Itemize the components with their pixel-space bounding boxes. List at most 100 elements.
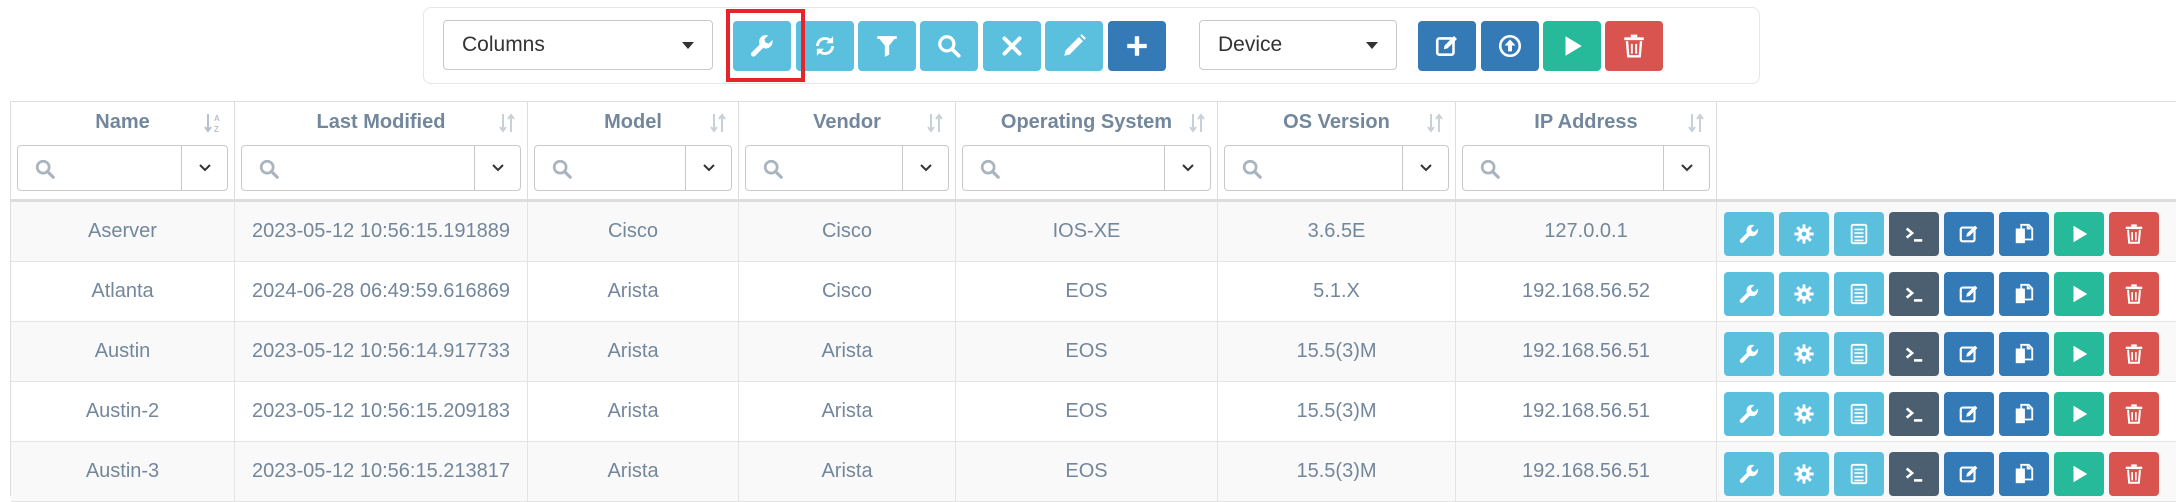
column-header-model[interactable]: Model bbox=[528, 102, 739, 199]
terminal-button[interactable] bbox=[1889, 272, 1939, 316]
duplicate-button[interactable] bbox=[1999, 272, 2049, 316]
svg-text:Z: Z bbox=[214, 125, 219, 134]
results-button[interactable] bbox=[1834, 392, 1884, 436]
bulk-delete-button[interactable] bbox=[1605, 21, 1663, 71]
search-icon bbox=[35, 159, 55, 179]
results-button[interactable] bbox=[1834, 332, 1884, 376]
columns-select[interactable]: Columns bbox=[443, 20, 713, 70]
duplicate-button[interactable] bbox=[1999, 212, 2049, 256]
edit-square-icon bbox=[1959, 465, 1978, 483]
sort-icon bbox=[1427, 113, 1443, 133]
properties-button[interactable] bbox=[1779, 332, 1829, 376]
play-icon bbox=[2073, 405, 2088, 423]
filter-dropdown[interactable] bbox=[1663, 146, 1709, 190]
run-row-button[interactable] bbox=[2054, 452, 2104, 496]
filter-dropdown[interactable] bbox=[902, 146, 948, 190]
device-settings-button[interactable] bbox=[1724, 452, 1774, 496]
column-header-os-version[interactable]: OS Version bbox=[1218, 102, 1456, 199]
filter-os-version[interactable] bbox=[1224, 145, 1449, 191]
add-button[interactable] bbox=[1108, 21, 1166, 71]
edit-row-button[interactable] bbox=[1944, 392, 1994, 436]
chevron-down-icon bbox=[1181, 164, 1194, 172]
terminal-button[interactable] bbox=[1889, 392, 1939, 436]
delete-row-button[interactable] bbox=[2109, 212, 2159, 256]
device-settings-button[interactable] bbox=[1724, 212, 1774, 256]
delete-row-button[interactable] bbox=[2109, 392, 2159, 436]
column-header-last-modified[interactable]: Last Modified bbox=[235, 102, 528, 199]
edit-row-button[interactable] bbox=[1944, 272, 1994, 316]
device-settings-button[interactable] bbox=[1724, 332, 1774, 376]
filter-dropdown[interactable] bbox=[1402, 146, 1448, 190]
run-row-button[interactable] bbox=[2054, 272, 2104, 316]
advanced-search-button[interactable] bbox=[733, 21, 791, 71]
filter-dropdown[interactable] bbox=[181, 146, 227, 190]
bulk-edit-button[interactable] bbox=[1418, 21, 1476, 71]
chevron-down-icon bbox=[198, 164, 211, 172]
export-button[interactable] bbox=[1481, 21, 1539, 71]
sort-icon bbox=[1189, 113, 1205, 133]
upload-circle-icon bbox=[1498, 34, 1522, 58]
refresh-button[interactable] bbox=[796, 21, 854, 71]
chevron-down-icon bbox=[682, 41, 694, 49]
cell-name: Austin bbox=[11, 322, 235, 381]
run-row-button[interactable] bbox=[2054, 392, 2104, 436]
properties-button[interactable] bbox=[1779, 452, 1829, 496]
filter-model[interactable] bbox=[534, 145, 732, 191]
cell-model: Arista bbox=[528, 442, 739, 501]
device-settings-button[interactable] bbox=[1724, 272, 1774, 316]
terminal-button[interactable] bbox=[1889, 332, 1939, 376]
cell-operating-system: EOS bbox=[956, 382, 1218, 441]
list-icon bbox=[1850, 343, 1868, 365]
search-button[interactable] bbox=[920, 21, 978, 71]
wrench-icon bbox=[1739, 284, 1759, 303]
run-row-button[interactable] bbox=[2054, 212, 2104, 256]
properties-button[interactable] bbox=[1779, 272, 1829, 316]
run-button[interactable] bbox=[1543, 21, 1601, 71]
results-button[interactable] bbox=[1834, 452, 1884, 496]
model-select[interactable]: Device bbox=[1199, 20, 1397, 70]
filter-dropdown[interactable] bbox=[685, 146, 731, 190]
filter-dropdown[interactable] bbox=[1164, 146, 1210, 190]
trash-icon bbox=[2125, 464, 2143, 484]
terminal-button[interactable] bbox=[1889, 452, 1939, 496]
column-label: IP Address bbox=[1534, 111, 1638, 133]
edit-row-button[interactable] bbox=[1944, 332, 1994, 376]
filter-dropdown[interactable] bbox=[474, 146, 520, 190]
play-icon bbox=[2073, 285, 2088, 303]
filter-vendor[interactable] bbox=[745, 145, 949, 191]
edit-row-button[interactable] bbox=[1944, 452, 1994, 496]
column-label: Model bbox=[604, 111, 662, 133]
results-button[interactable] bbox=[1834, 212, 1884, 256]
column-header-vendor[interactable]: Vendor bbox=[739, 102, 956, 199]
filter-button[interactable] bbox=[858, 21, 916, 71]
clear-search-button[interactable] bbox=[983, 21, 1041, 71]
properties-button[interactable] bbox=[1779, 392, 1829, 436]
device-settings-button[interactable] bbox=[1724, 392, 1774, 436]
results-button[interactable] bbox=[1834, 272, 1884, 316]
filter-last-modified[interactable] bbox=[241, 145, 521, 191]
play-icon bbox=[2073, 345, 2088, 363]
run-row-button[interactable] bbox=[2054, 332, 2104, 376]
column-header-name[interactable]: Name AZ bbox=[11, 102, 235, 199]
duplicate-button[interactable] bbox=[1999, 332, 2049, 376]
filter-operating-system[interactable] bbox=[962, 145, 1211, 191]
delete-row-button[interactable] bbox=[2109, 452, 2159, 496]
cell-operating-system: IOS-XE bbox=[956, 202, 1218, 261]
duplicate-button[interactable] bbox=[1999, 392, 2049, 436]
delete-row-button[interactable] bbox=[2109, 272, 2159, 316]
terminal-button[interactable] bbox=[1889, 212, 1939, 256]
sort-icon bbox=[499, 113, 515, 133]
duplicate-button[interactable] bbox=[1999, 452, 2049, 496]
delete-row-button[interactable] bbox=[2109, 332, 2159, 376]
cell-name: Aserver bbox=[11, 202, 235, 261]
gear-icon bbox=[1794, 404, 1814, 424]
search-icon bbox=[763, 159, 783, 179]
filter-name[interactable] bbox=[17, 145, 228, 191]
properties-button[interactable] bbox=[1779, 212, 1829, 256]
edit-button[interactable] bbox=[1045, 21, 1103, 71]
close-icon bbox=[1002, 36, 1022, 56]
column-header-operating-system[interactable]: Operating System bbox=[956, 102, 1218, 199]
edit-row-button[interactable] bbox=[1944, 212, 1994, 256]
column-header-ip-address[interactable]: IP Address bbox=[1456, 102, 1717, 199]
filter-ip-address[interactable] bbox=[1462, 145, 1710, 191]
